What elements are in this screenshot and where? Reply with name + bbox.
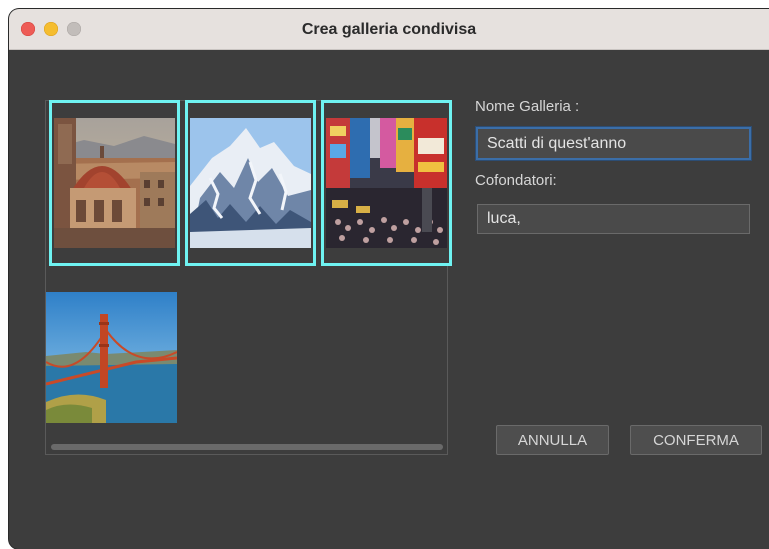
- florence-cathedral-image: [54, 118, 175, 248]
- cofounders-label: Cofondatori:: [475, 172, 557, 189]
- golden-gate-bridge-image: [46, 292, 177, 423]
- snowy-mountains-image: [190, 118, 311, 248]
- gallery-item-times-square[interactable]: [321, 100, 452, 266]
- window-title: Crea galleria condivisa: [301, 21, 477, 38]
- title-bar: Crea galleria condivisa: [9, 9, 769, 50]
- gallery-name-input[interactable]: Scatti di quest'anno: [476, 127, 751, 160]
- gallery-item-golden-gate[interactable]: [46, 292, 177, 423]
- confirm-button[interactable]: CONFERMA: [630, 425, 762, 455]
- gallery-horizontal-scrollbar[interactable]: [51, 444, 443, 450]
- gallery-item-florence[interactable]: [49, 100, 180, 266]
- gallery-name-value: Scatti di quest'anno: [487, 134, 627, 152]
- dialog-window: Crea galleria condivisa Nome Galleria: …: [9, 9, 769, 549]
- image-gallery: [45, 100, 452, 455]
- gallery-item-mountains[interactable]: [185, 100, 316, 266]
- cofounders-value: luca,: [487, 210, 521, 227]
- cofounders-input[interactable]: luca,: [477, 204, 750, 234]
- cancel-button[interactable]: ANNULLA: [496, 425, 609, 455]
- times-square-image: [326, 118, 447, 248]
- gallery-name-label: Nome Galleria :: [475, 98, 580, 115]
